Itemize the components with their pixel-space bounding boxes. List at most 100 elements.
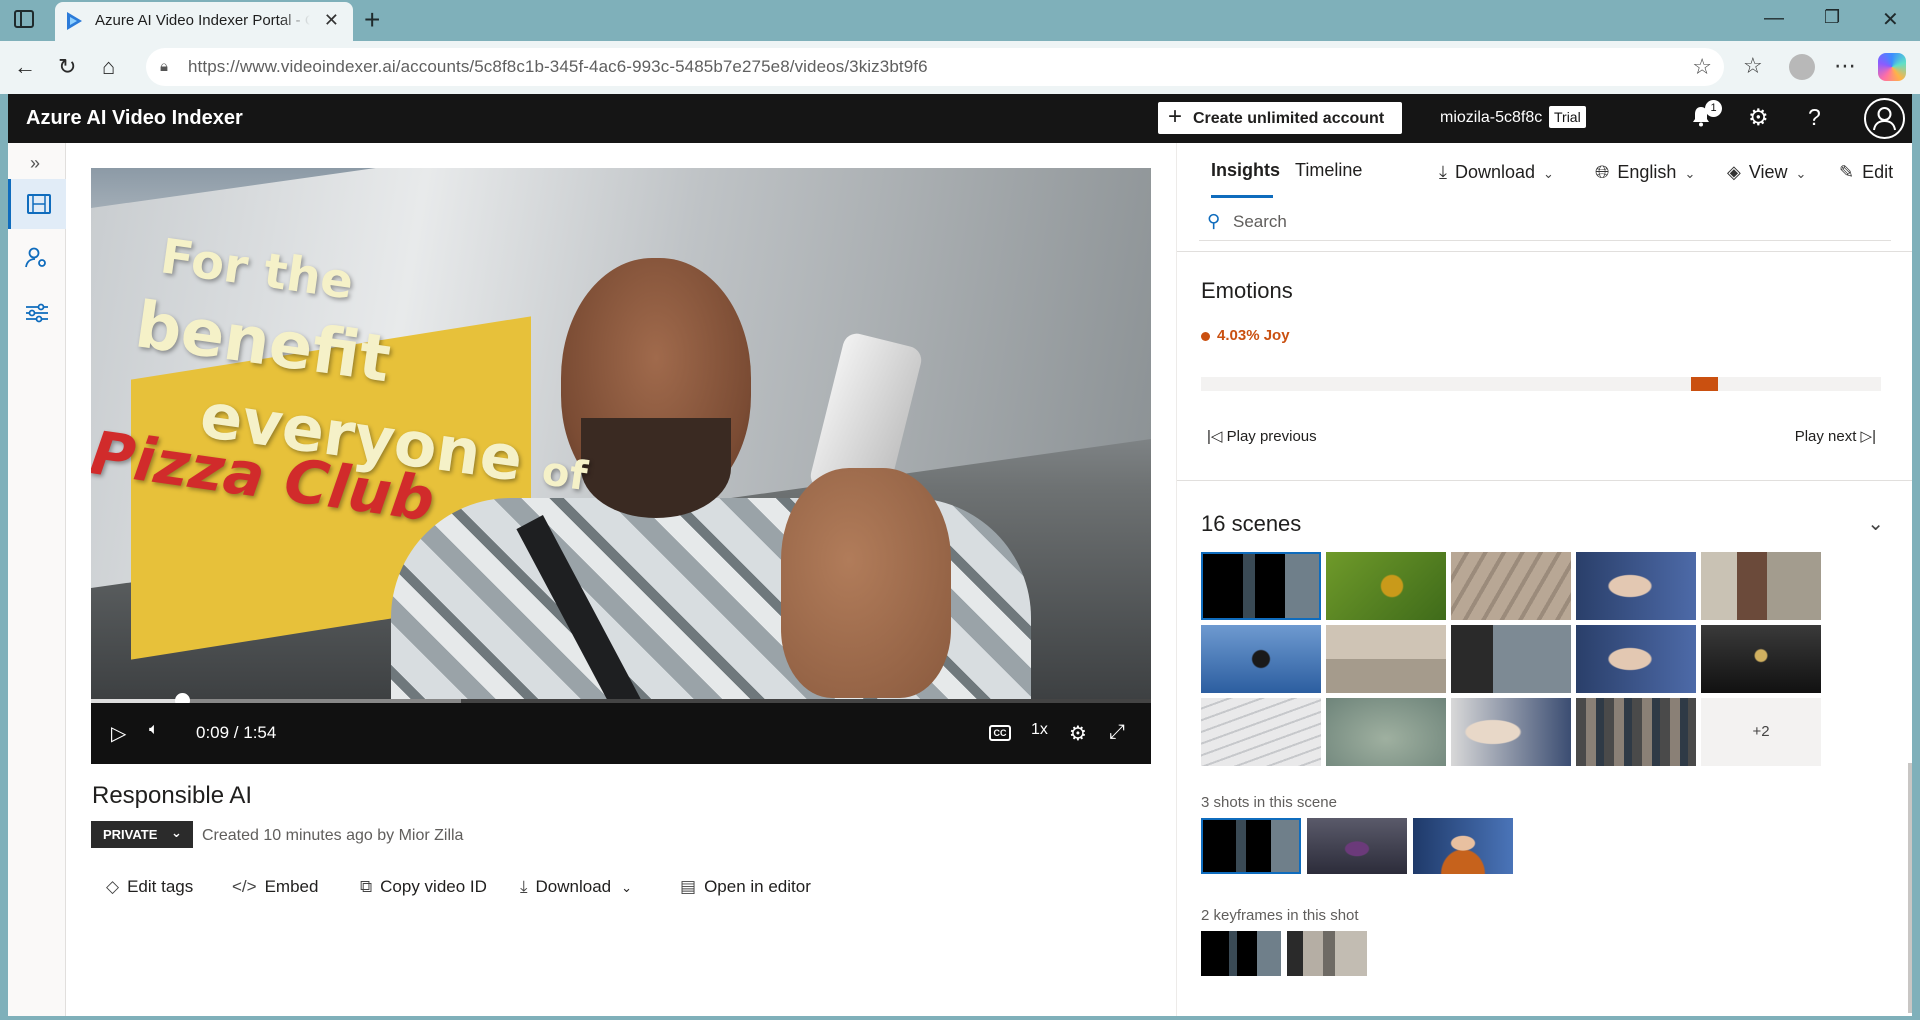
scene-thumbnail[interactable] — [1326, 625, 1446, 693]
view-dropdown[interactable]: ◈ View ⌄ — [1727, 162, 1806, 183]
download-label: Download — [535, 877, 612, 896]
video-indexer-favicon-icon — [67, 12, 82, 30]
previous-icon: |◁ — [1207, 428, 1227, 445]
window-close-icon[interactable]: ✕ — [1882, 7, 1899, 32]
settings-gear-icon[interactable]: ⚙ — [1748, 104, 1769, 131]
globe-icon: 🌐︎ — [1595, 162, 1610, 182]
emotion-segment[interactable] — [1691, 377, 1718, 391]
new-tab-icon[interactable]: + — [364, 4, 380, 36]
tab-timeline[interactable]: Timeline — [1295, 160, 1362, 181]
insights-panel: Insights Timeline ⤓ Download ⌄ 🌐︎ English ⌄ … — [1176, 143, 1912, 1016]
language-label: English — [1617, 162, 1677, 182]
scene-thumbnail[interactable] — [1451, 698, 1571, 766]
edit-tags-button[interactable]: ◇ Edit tags — [106, 877, 193, 897]
nav-model-customization[interactable] — [8, 233, 66, 283]
player-controls: ▷ 🔈︎ 0:09 / 1:54 CC 1x ⚙ ⤢ — [91, 703, 1151, 764]
panel-download-button[interactable]: ⤓ Download ⌄ — [1439, 162, 1554, 183]
download-button[interactable]: ⤓ Download ⌄ — [520, 877, 632, 897]
tab-insights[interactable]: Insights — [1211, 160, 1280, 181]
scene-thumbnail[interactable] — [1576, 625, 1696, 693]
player-settings-icon[interactable]: ⚙ — [1069, 721, 1087, 746]
person-icon — [1873, 107, 1896, 131]
trial-badge: Trial — [1549, 106, 1586, 128]
more-options-icon[interactable]: ⋯ — [1834, 53, 1856, 79]
play-next-button[interactable]: Play next ▷| — [1795, 427, 1876, 445]
layers-icon: ◈ — [1727, 162, 1741, 182]
profile-avatar[interactable] — [1789, 54, 1815, 80]
scene-thumbnail[interactable] — [1701, 552, 1821, 620]
open-editor-label: Open in editor — [704, 877, 811, 896]
scene-thumbnail[interactable] — [1201, 625, 1321, 693]
shot-thumbnail[interactable] — [1413, 818, 1513, 874]
scene-thumbnail[interactable] — [1326, 552, 1446, 620]
edit-tags-label: Edit tags — [127, 877, 194, 896]
scene-thumbnail[interactable] — [1576, 552, 1696, 620]
nav-media-library[interactable] — [8, 179, 66, 229]
divider — [1177, 480, 1912, 481]
film-icon — [26, 194, 51, 214]
favorites-icon[interactable]: ☆ — [1743, 53, 1763, 79]
nav-settings[interactable] — [8, 288, 66, 338]
scene-thumbnail[interactable] — [1451, 552, 1571, 620]
user-avatar[interactable] — [1864, 98, 1905, 139]
video-player[interactable]: Pizza Club For the benefit everyone of ▷… — [91, 168, 1151, 764]
more-scenes-button[interactable]: +2 — [1701, 698, 1821, 766]
site-info-icon[interactable]: 🔒︎ — [160, 58, 168, 75]
video-person-hand — [781, 468, 951, 698]
address-bar[interactable]: 🔒︎ https://www.videoindexer.ai/accounts/… — [146, 48, 1724, 86]
app-brand[interactable]: Azure AI Video Indexer — [26, 107, 243, 130]
back-icon[interactable]: ← — [14, 54, 36, 80]
copy-video-id-button[interactable]: ⧉ Copy video ID — [360, 877, 487, 897]
expand-nav-icon[interactable]: » — [30, 153, 40, 174]
chevron-down-icon: ⌄ — [1795, 166, 1807, 181]
emotion-value[interactable]: 4.03% Joy — [1217, 327, 1290, 344]
copy-icon: ⧉ — [360, 877, 373, 896]
scene-thumbnail[interactable] — [1201, 552, 1321, 620]
help-icon[interactable]: ? — [1808, 104, 1821, 131]
video-frame[interactable]: Pizza Club For the benefit everyone of — [91, 168, 1151, 700]
browser-tab[interactable]: Azure AI Video Indexer Portal - Co ✕ — [55, 2, 353, 41]
search-icon: ⚲ — [1207, 211, 1221, 231]
search-input[interactable] — [1233, 207, 1833, 237]
shot-thumbnail[interactable] — [1307, 818, 1407, 874]
close-tab-icon[interactable]: ✕ — [324, 10, 339, 31]
scene-thumbnail[interactable] — [1701, 625, 1821, 693]
emotion-timeline-bar[interactable] — [1201, 377, 1881, 391]
language-dropdown[interactable]: 🌐︎ English ⌄ — [1595, 162, 1695, 183]
embed-button[interactable]: </> Embed — [232, 877, 318, 897]
video-title: Responsible AI — [92, 782, 253, 809]
shot-thumbnail[interactable] — [1201, 818, 1301, 874]
privacy-dropdown[interactable]: PRIVATE ⌄ — [91, 821, 193, 848]
scene-thumbnail[interactable] — [1576, 698, 1696, 766]
privacy-label: PRIVATE — [103, 827, 158, 842]
sliders-icon — [26, 303, 48, 323]
refresh-icon[interactable]: ↻ — [58, 54, 76, 80]
closed-captions-icon[interactable]: CC — [989, 725, 1011, 741]
minimize-icon[interactable]: — — [1764, 7, 1784, 30]
edit-button[interactable]: ✎ Edit — [1839, 162, 1893, 183]
play-previous-button[interactable]: |◁ Play previous — [1207, 427, 1317, 445]
active-tab-indicator — [1211, 195, 1273, 198]
scenes-heading: 16 scenes — [1201, 511, 1302, 536]
restore-icon[interactable]: ❐ — [1824, 7, 1840, 28]
scene-thumbnail[interactable] — [1451, 625, 1571, 693]
playback-speed[interactable]: 1x — [1031, 721, 1048, 739]
collapse-chevron-icon[interactable]: ⌄ — [1867, 511, 1884, 536]
play-previous-label: Play previous — [1226, 428, 1317, 445]
scene-thumbnail[interactable] — [1201, 698, 1321, 766]
favorite-star-icon[interactable]: ☆ — [1692, 54, 1712, 80]
copilot-icon[interactable] — [1878, 53, 1906, 81]
home-icon[interactable]: ⌂ — [102, 54, 115, 80]
panel-scrollbar[interactable] — [1908, 763, 1912, 1013]
keyframe-thumbnail[interactable] — [1201, 931, 1281, 976]
open-in-editor-button[interactable]: ▤ Open in editor — [680, 877, 811, 897]
account-name[interactable]: miozila-5c8f8c — [1440, 109, 1542, 127]
volume-icon[interactable]: 🔈︎ — [149, 721, 159, 739]
play-icon[interactable]: ▷ — [111, 721, 126, 746]
tab-actions-icon[interactable] — [14, 10, 34, 28]
scene-thumbnail[interactable] — [1326, 698, 1446, 766]
fullscreen-icon[interactable]: ⤢ — [1109, 721, 1125, 744]
playback-time: 0:09 / 1:54 — [196, 723, 277, 742]
keyframe-thumbnail[interactable] — [1287, 931, 1367, 976]
create-account-button[interactable]: + Create unlimited account — [1158, 102, 1402, 134]
